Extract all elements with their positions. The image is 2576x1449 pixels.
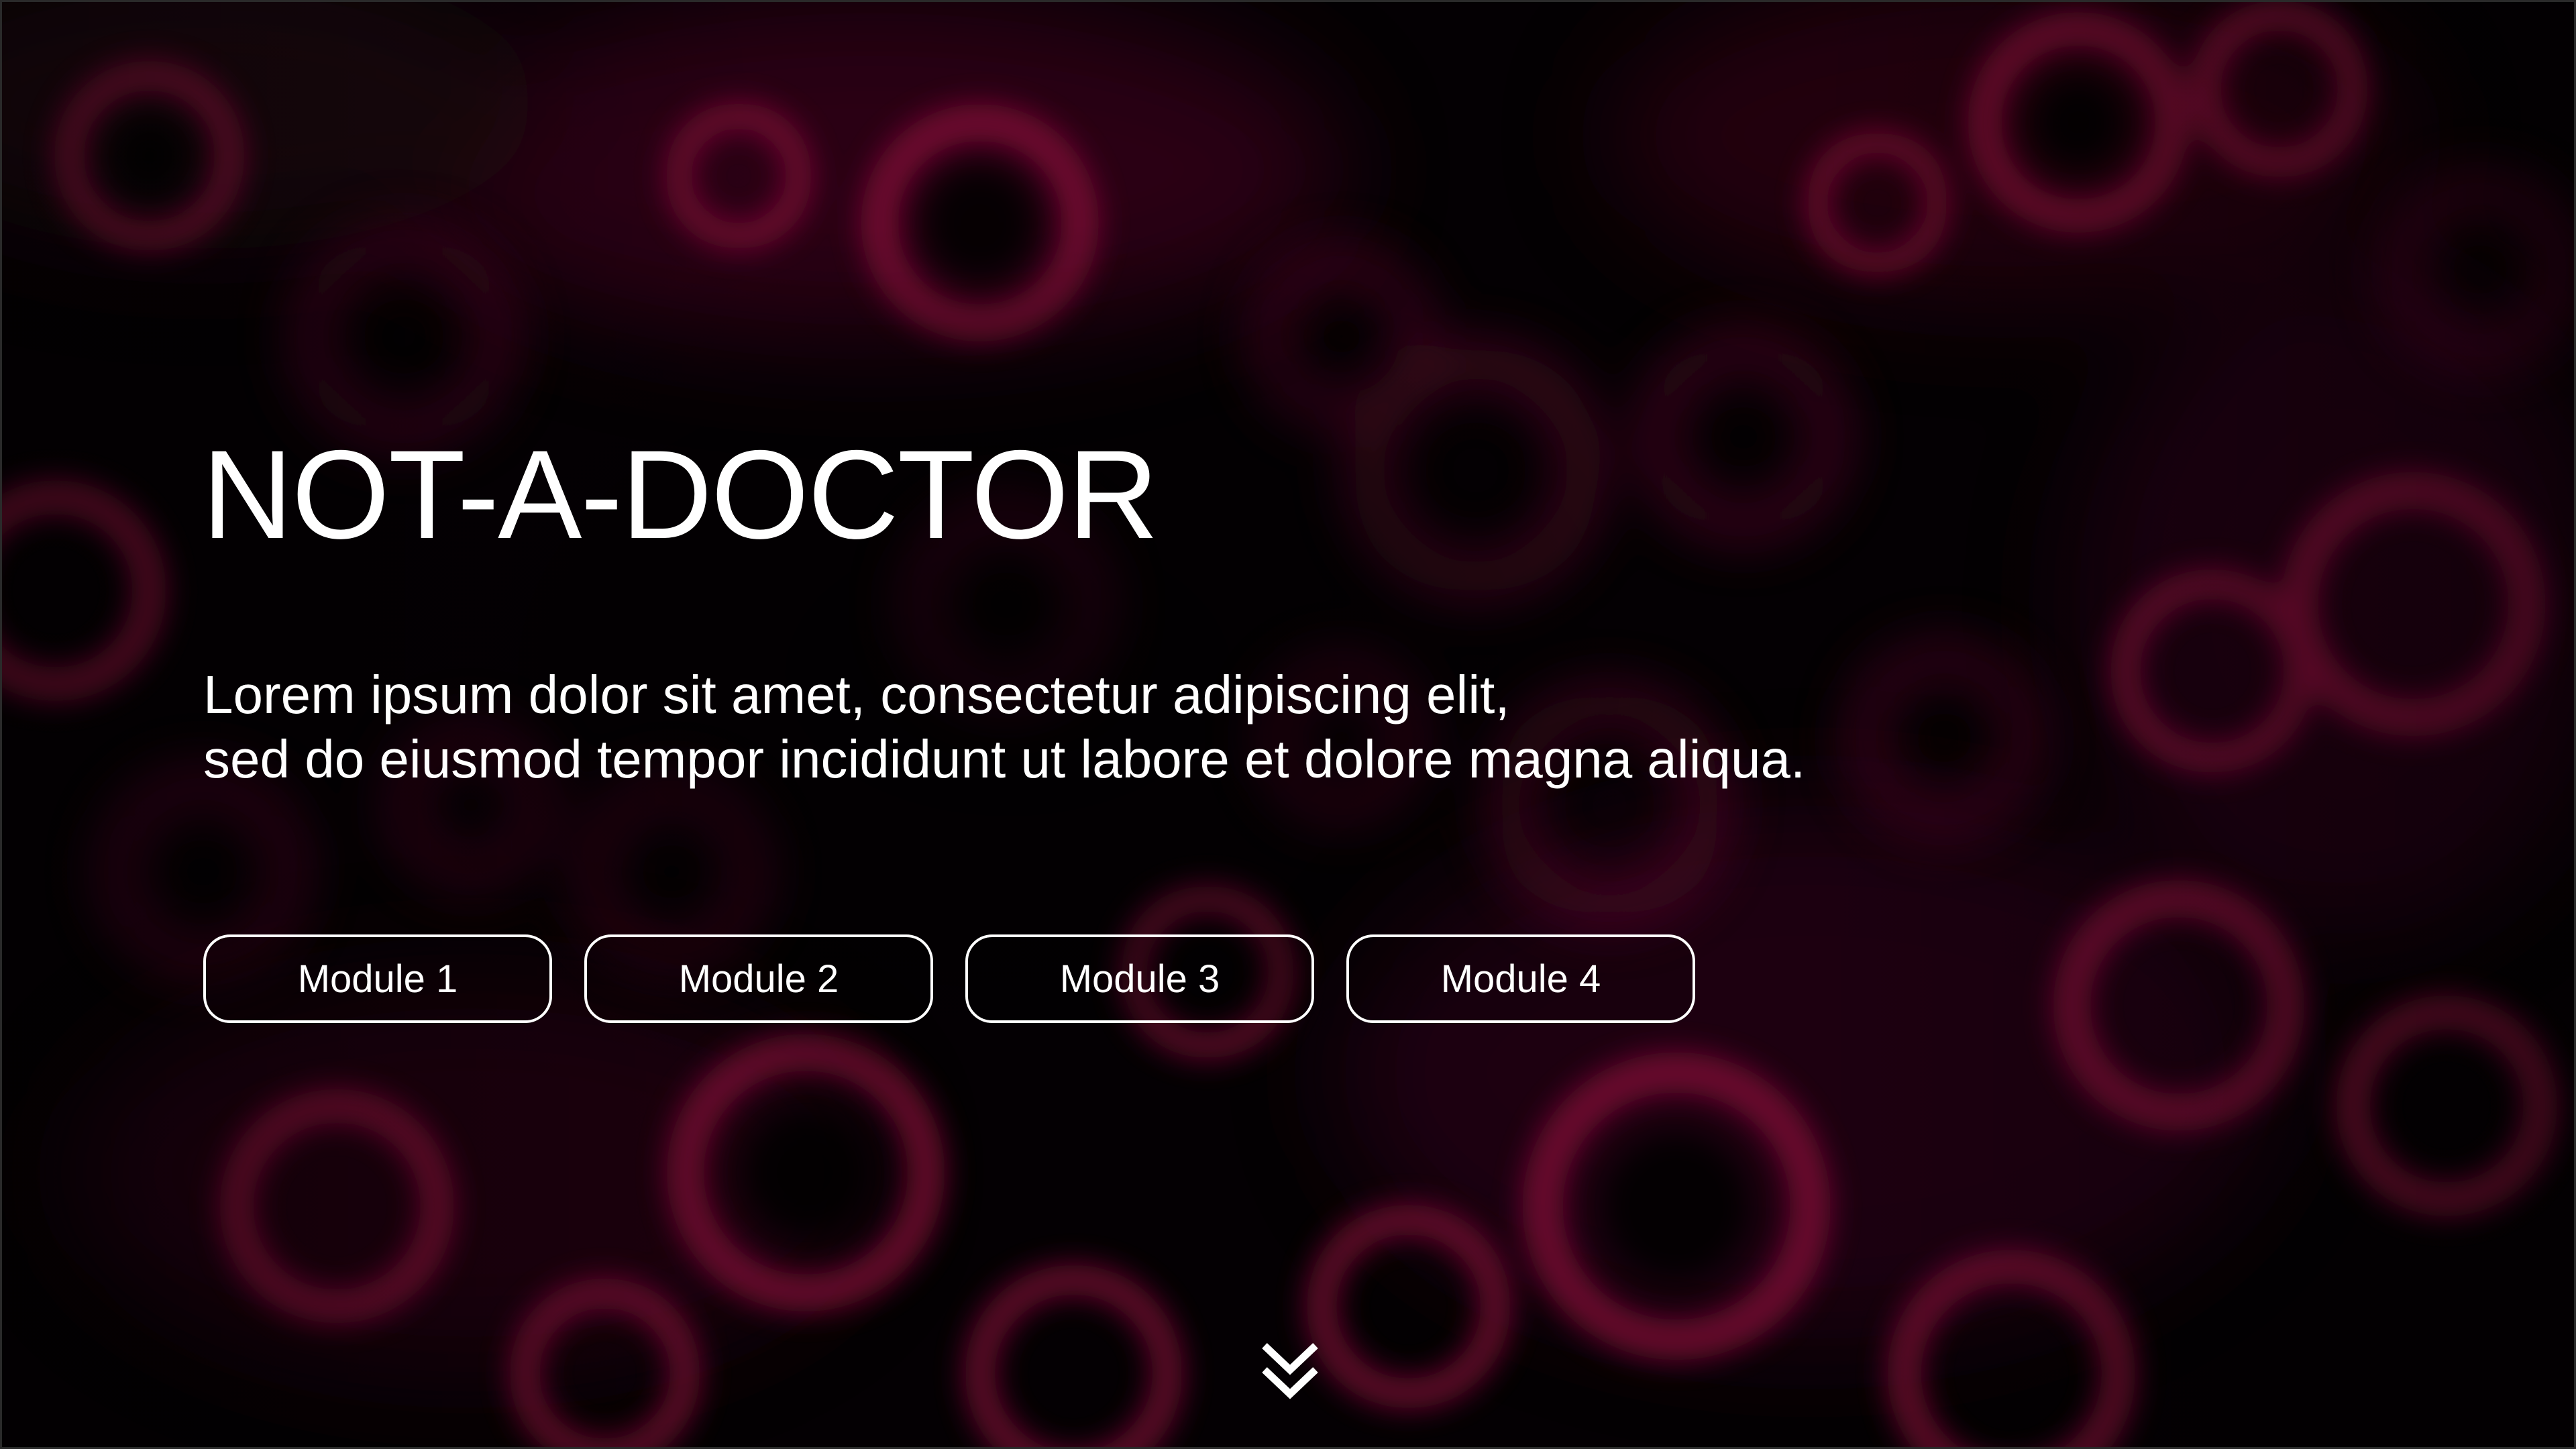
hero-description-line: sed do eiusmod tempor incididunt ut labo… [203,729,1806,789]
module-4-button[interactable]: Module 4 [1346,934,1695,1023]
double-chevron-down-icon[interactable] [1260,1340,1320,1401]
module-button-group: Module 1 Module 2 Module 3 Module 4 [203,934,1695,1023]
module-3-button[interactable]: Module 3 [965,934,1314,1023]
module-1-button[interactable]: Module 1 [203,934,552,1023]
module-2-button[interactable]: Module 2 [584,934,933,1023]
hero-description: Lorem ipsum dolor sit amet, consectetur … [203,663,1805,792]
page-title: NOT-A-DOCTOR [202,424,1159,565]
landing-page: NOT-A-DOCTOR Lorem ipsum dolor sit amet,… [0,0,2576,1449]
hero-description-line: Lorem ipsum dolor sit amet, consectetur … [203,665,1510,724]
